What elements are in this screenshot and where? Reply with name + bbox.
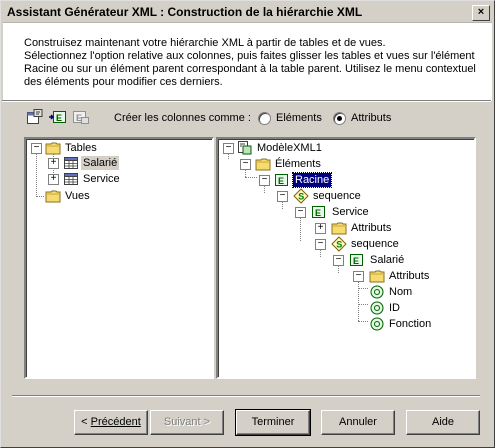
element-icon	[275, 174, 288, 187]
tree-node-label: Attributs	[389, 270, 430, 282]
tree-node-tables[interactable]: − Tables	[26, 140, 206, 156]
cancel-button[interactable]: Annuler	[321, 410, 395, 435]
close-button[interactable]: ×	[472, 5, 490, 21]
header-divider	[2, 100, 491, 102]
tree-node-attributs-service[interactable]: + Attributs	[218, 220, 468, 236]
table-properties-icon[interactable]	[26, 109, 44, 125]
tree-node-service[interactable]: + Service	[26, 171, 206, 187]
tree-node-label-selected: Racine	[291, 172, 333, 188]
tree-node-label: Éléments	[275, 158, 321, 170]
tree-node-model[interactable]: − ModèleXML1	[218, 140, 468, 156]
tree-node-label: sequence	[351, 238, 399, 250]
collapse-toggle[interactable]: −	[353, 270, 364, 282]
instructions-line: Racine ou sur un élément parent correspo…	[24, 63, 476, 75]
attribute-icon	[370, 285, 384, 299]
tree-node-label: Salarié	[81, 156, 120, 170]
collapse-toggle[interactable]: −	[31, 142, 42, 154]
next-button[interactable]: Suivant >	[150, 410, 224, 435]
tree-node-sequence[interactable]: − sequence	[218, 188, 468, 204]
element-icon	[312, 206, 325, 219]
radio-elements-label[interactable]: Eléments	[276, 112, 322, 124]
folder-icon	[369, 270, 385, 283]
tree-node-label: Fonction	[389, 318, 432, 330]
tree-node-label: Salarié	[370, 254, 405, 266]
instructions-line: Construisez maintenant votre hiérarchie …	[24, 37, 386, 49]
svg-text:E: E	[56, 113, 62, 123]
finish-button[interactable]: Terminer	[235, 409, 311, 436]
radio-elements[interactable]	[258, 112, 271, 125]
tree-node-label: Attributs	[351, 222, 392, 234]
tree-node-label: sequence	[313, 190, 361, 202]
columns-option-label: Créer les colonnes comme :	[114, 112, 251, 124]
instructions-text: Construisez maintenant votre hiérarchie …	[24, 37, 476, 89]
instructions-line: Sélectionnez l'option relative aux colon…	[24, 50, 475, 62]
help-button[interactable]: Aide	[406, 410, 480, 435]
tree-line	[36, 196, 44, 197]
tree-node-sequence-service[interactable]: − sequence	[218, 236, 468, 252]
tree-node-service[interactable]: − Service	[218, 204, 468, 220]
folder-icon	[331, 222, 347, 235]
add-element-icon[interactable]: E	[49, 109, 67, 125]
tree-node-salarie[interactable]: − Salarié	[218, 252, 468, 268]
expand-toggle[interactable]: +	[48, 173, 59, 185]
attribute-icon	[370, 317, 384, 331]
next-label: Suivant	[163, 416, 201, 428]
remove-element-icon[interactable]: E	[72, 109, 90, 125]
expand-toggle[interactable]: +	[48, 157, 59, 169]
tree-node-label: Service	[332, 206, 369, 218]
sequence-icon	[293, 188, 309, 204]
xml-model-icon	[238, 141, 252, 155]
collapse-toggle[interactable]: −	[240, 158, 251, 170]
tree-node-attributs-salarie[interactable]: − Attributs	[218, 268, 468, 284]
table-icon	[64, 157, 78, 169]
collapse-toggle[interactable]: −	[295, 206, 306, 218]
footer-divider	[12, 395, 480, 397]
table-icon	[64, 173, 78, 185]
tree-node-vues[interactable]: Vues	[26, 188, 206, 204]
collapse-toggle[interactable]: −	[223, 142, 234, 154]
collapse-toggle[interactable]: −	[277, 190, 288, 202]
window-title: Assistant Générateur XML : Construction …	[7, 5, 363, 19]
attribute-icon	[370, 301, 384, 315]
collapse-toggle[interactable]: −	[315, 238, 326, 250]
tree-node-label: Vues	[65, 190, 90, 202]
tree-node-salarie[interactable]: + Salarié	[26, 155, 206, 171]
previous-button[interactable]: < Précédent	[74, 410, 148, 435]
tree-node-racine[interactable]: − Racine	[218, 172, 468, 188]
source-tree-panel[interactable]: − Tables + Salarié + Service Vues	[24, 137, 214, 379]
tree-node-label: ModèleXML1	[257, 142, 322, 154]
title-bar[interactable]: Assistant Générateur XML : Construction …	[3, 3, 492, 23]
tree-node-label: Service	[83, 173, 120, 185]
tree-node-attr-fonction[interactable]: Fonction	[218, 316, 468, 332]
instructions-line: des éléments pour modifier ces derniers.	[24, 76, 223, 88]
radio-selected-dot	[337, 116, 342, 121]
radio-attributes[interactable]	[333, 112, 346, 125]
folder-icon	[45, 190, 61, 203]
xml-hierarchy-tree-panel[interactable]: − ModèleXML1 − Éléments − Racine − seque…	[216, 137, 476, 379]
tree-node-label: Tables	[65, 142, 97, 154]
folder-icon	[45, 142, 61, 155]
folder-icon	[255, 158, 271, 171]
tree-node-elements[interactable]: − Éléments	[218, 156, 468, 172]
sequence-icon	[331, 236, 347, 252]
collapse-toggle[interactable]: −	[333, 254, 344, 266]
tree-node-attr-id[interactable]: ID	[218, 300, 468, 316]
tree-node-attr-nom[interactable]: Nom	[218, 284, 468, 300]
tree-node-label: Nom	[389, 286, 413, 298]
previous-label: Précédent	[90, 416, 141, 428]
collapse-toggle[interactable]: −	[259, 174, 270, 186]
radio-attributes-label[interactable]: Attributs	[351, 112, 391, 124]
element-icon	[350, 254, 363, 267]
tree-node-label: ID	[389, 302, 400, 314]
expand-toggle[interactable]: +	[315, 222, 326, 234]
